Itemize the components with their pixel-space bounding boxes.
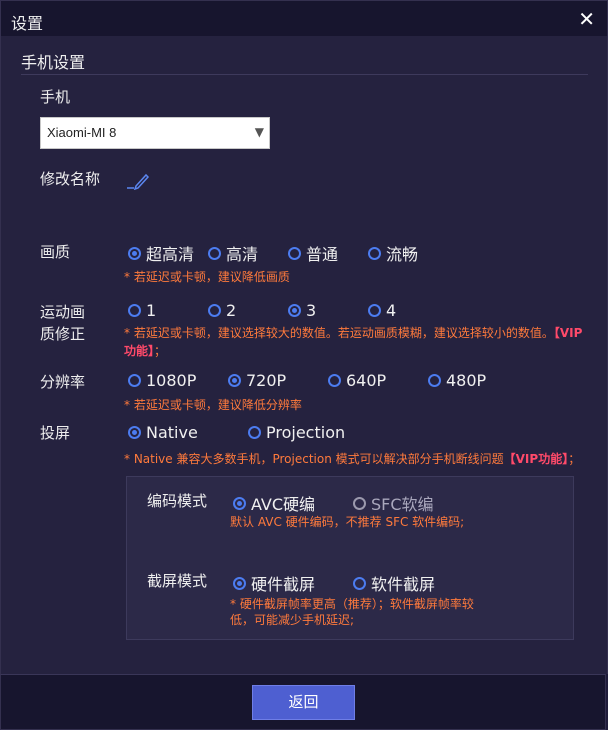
resolution-option-640p[interactable]: 640P xyxy=(328,371,386,390)
capture-note-line2: 低，可能减少手机延迟; xyxy=(230,613,355,627)
encoding-option-avc[interactable]: AVC硬编 xyxy=(233,491,315,515)
radio-off-icon xyxy=(328,374,341,387)
radio-off-icon xyxy=(353,576,366,590)
quality-option-ultra[interactable]: 超高清 xyxy=(128,241,194,265)
motion-label-line1: 运动画 xyxy=(40,303,86,321)
motion-option-3[interactable]: 3 xyxy=(288,301,316,320)
resolution-option-1080p[interactable]: 1080P xyxy=(128,371,196,390)
radio-on-icon xyxy=(128,426,141,439)
radio-off-icon xyxy=(208,304,221,317)
phone-label: 手机 xyxy=(40,88,71,106)
section-divider xyxy=(21,74,588,75)
motion-option-4[interactable]: 4 xyxy=(368,301,396,320)
quality-label: 画质 xyxy=(40,243,71,261)
encoding-note: 默认 AVC 硬件编码，不推荐 SFC 软件编码; xyxy=(230,515,465,529)
radio-on-icon xyxy=(233,496,246,510)
capture-option-hardware[interactable]: 硬件截屏 xyxy=(233,571,315,595)
radio-off-icon xyxy=(288,246,301,260)
radio-off-icon xyxy=(368,246,381,260)
radio-on-icon xyxy=(233,576,246,590)
motion-note: * 若延迟或卡顿，建议选择较大的数值。若运动画质模糊，建议选择较小的数值。【VI… xyxy=(124,326,583,340)
radio-on-icon xyxy=(228,374,241,387)
projection-note: * Native 兼容大多数手机，Projection 模式可以解决部分手机断线… xyxy=(124,452,581,466)
radio-off-icon xyxy=(353,496,366,510)
encoding-option-sfc[interactable]: SFC软编 xyxy=(353,491,434,515)
encoding-label: 编码模式 xyxy=(147,492,208,510)
resolution-option-480p[interactable]: 480P xyxy=(428,371,486,390)
radio-on-icon xyxy=(128,246,141,260)
projection-label: 投屏 xyxy=(40,424,71,442)
radio-off-icon xyxy=(208,246,221,260)
quality-option-normal[interactable]: 普通 xyxy=(288,241,338,265)
window-title: 设置 xyxy=(11,14,44,33)
resolution-option-720p[interactable]: 720P xyxy=(228,371,286,390)
resolution-note: * 若延迟或卡顿，建议降低分辨率 xyxy=(124,398,302,412)
radio-on-icon xyxy=(288,304,301,317)
section-title: 手机设置 xyxy=(21,53,86,72)
back-button[interactable]: 返回 xyxy=(252,685,355,720)
vip-badge: 功能】 xyxy=(124,344,155,358)
radio-off-icon xyxy=(128,374,141,387)
close-icon[interactable]: ✕ xyxy=(578,7,595,31)
capture-option-software[interactable]: 软件截屏 xyxy=(353,571,435,595)
motion-option-2[interactable]: 2 xyxy=(208,301,236,320)
phone-select-value: Xiaomi-MI 8 xyxy=(47,125,117,140)
resolution-label: 分辨率 xyxy=(40,373,86,391)
motion-label-line2: 质修正 xyxy=(40,325,86,343)
chevron-down-icon: ▼ xyxy=(254,125,264,139)
motion-note-line2: 功能】； xyxy=(124,344,167,358)
vip-badge: 【VIP xyxy=(553,326,583,340)
radio-off-icon xyxy=(428,374,441,387)
quality-option-high[interactable]: 高清 xyxy=(208,241,258,265)
motion-option-1[interactable]: 1 xyxy=(128,301,156,320)
radio-off-icon xyxy=(248,426,261,439)
quality-option-smooth[interactable]: 流畅 xyxy=(368,241,418,265)
phone-select[interactable]: Xiaomi-MI 8 ▼ xyxy=(40,117,270,149)
vip-badge: 【VIP功能】 xyxy=(503,452,569,466)
radio-off-icon xyxy=(368,304,381,317)
capture-label: 截屏模式 xyxy=(147,572,208,590)
pencil-icon[interactable] xyxy=(126,170,150,190)
quality-note: * 若延迟或卡顿，建议降低画质 xyxy=(124,270,290,284)
title-bar: 设置 ✕ xyxy=(0,0,608,37)
rename-label: 修改名称 xyxy=(40,170,101,188)
radio-off-icon xyxy=(128,304,141,317)
projection-option-native[interactable]: Native xyxy=(128,423,198,442)
projection-option-projection[interactable]: Projection xyxy=(248,423,345,442)
